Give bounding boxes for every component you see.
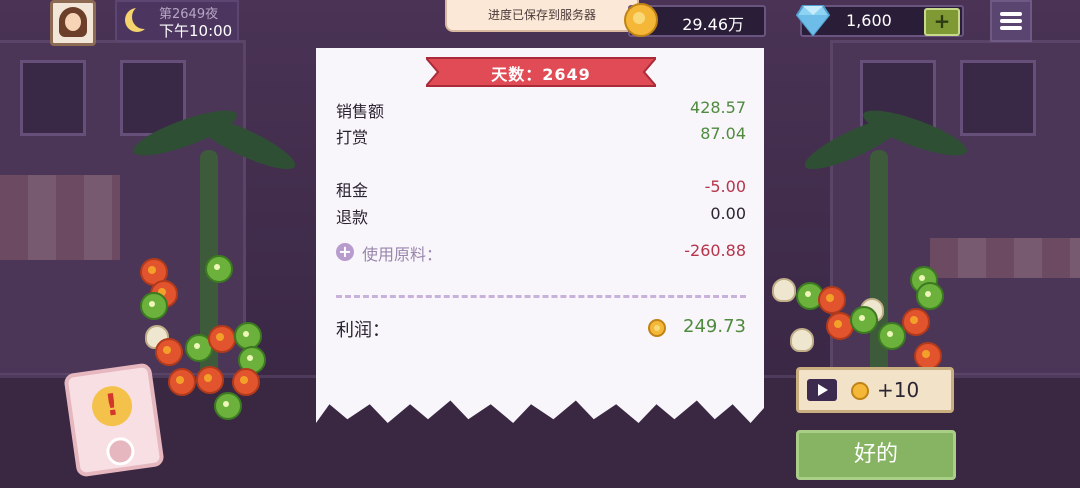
- clock-time: 下午10:00: [159, 22, 233, 40]
- pepper-slice: [214, 392, 242, 420]
- pepper-slice: [916, 282, 944, 310]
- phone-home-key: [104, 435, 137, 468]
- profit-value: 249.73: [683, 316, 746, 337]
- ingredients-value: -260.88: [684, 241, 746, 260]
- coin-icon: [648, 319, 666, 337]
- sales-label: 销售额: [336, 102, 385, 121]
- ad-reward-amount: +10: [877, 378, 920, 402]
- buy-gems-button[interactable]: +: [924, 8, 960, 36]
- moon-icon: [125, 5, 156, 32]
- hamburger-icon: [1000, 26, 1022, 30]
- rent-row: 租金 -5.00: [336, 177, 746, 200]
- tomato-slice: [902, 308, 930, 336]
- expand-ingredients-icon[interactable]: +: [336, 243, 354, 261]
- tomato-slice: [155, 338, 183, 366]
- tomato-slice: [208, 325, 236, 353]
- avatar-face: [65, 13, 81, 31]
- save-status-toast: 进度已保存到服务器: [445, 0, 639, 32]
- rent-label: 租金: [336, 181, 369, 200]
- ingredients-row[interactable]: + 使用原料： -260.88: [336, 241, 746, 264]
- pepper-slice: [205, 255, 233, 283]
- refund-label: 退款: [336, 208, 369, 227]
- tips-label: 打赏: [336, 128, 369, 147]
- day-time-panel: 第2649夜 下午10:00: [115, 0, 239, 42]
- coin-icon: [624, 3, 658, 37]
- ok-button[interactable]: 好的: [796, 430, 956, 480]
- pepper-slice: [140, 292, 168, 320]
- profit-label: 利润：: [336, 320, 390, 341]
- gem-amount: 1,600: [846, 11, 892, 30]
- diamond-icon: [796, 5, 830, 36]
- watch-ad-bonus-button[interactable]: +10: [796, 367, 954, 413]
- profit-row: 利润： 249.73: [336, 316, 746, 342]
- garlic-clove: [790, 328, 814, 352]
- tips-value: 87.04: [700, 124, 746, 143]
- coin-amount: 29.46万: [682, 15, 744, 34]
- receipt-divider: [336, 295, 746, 298]
- player-avatar[interactable]: [50, 0, 96, 46]
- building-window: [960, 60, 1036, 136]
- coin-balance: 29.46万: [624, 3, 766, 37]
- striped-awning: [930, 238, 1080, 278]
- tomato-slice: [232, 368, 260, 396]
- gem-balance: 1,600 +: [796, 5, 964, 37]
- ingredients-label: 使用原料：: [362, 245, 443, 264]
- tomato-slice: [168, 368, 196, 396]
- refund-value: 0.00: [710, 204, 746, 223]
- day-title: 天数：2649: [491, 65, 591, 84]
- alert-icon: !: [89, 383, 135, 429]
- tomato-slice: [196, 366, 224, 394]
- phone-notification-button[interactable]: !: [63, 362, 165, 478]
- sales-value: 428.57: [690, 98, 746, 117]
- tips-row: 打赏 87.04: [336, 124, 746, 147]
- video-play-icon: [807, 379, 837, 401]
- building-window: [20, 60, 86, 136]
- tomato-slice: [818, 286, 846, 314]
- pepper-slice: [850, 306, 878, 334]
- refund-row: 退款 0.00: [336, 204, 746, 227]
- menu-button[interactable]: [990, 0, 1032, 42]
- striped-awning: [0, 175, 120, 260]
- garlic-clove: [772, 278, 796, 302]
- hamburger-icon: [1000, 12, 1022, 16]
- tomato-slice: [914, 342, 942, 370]
- coin-icon: [851, 382, 869, 400]
- rent-value: -5.00: [704, 177, 746, 196]
- sales-row: 销售额 428.57: [336, 98, 746, 121]
- hamburger-icon: [1000, 19, 1022, 23]
- daily-receipt: 天数：2649 销售额 428.57 打赏 87.04 租金 -5.00 退款 …: [316, 48, 764, 423]
- day-ribbon: 天数：2649: [426, 56, 656, 88]
